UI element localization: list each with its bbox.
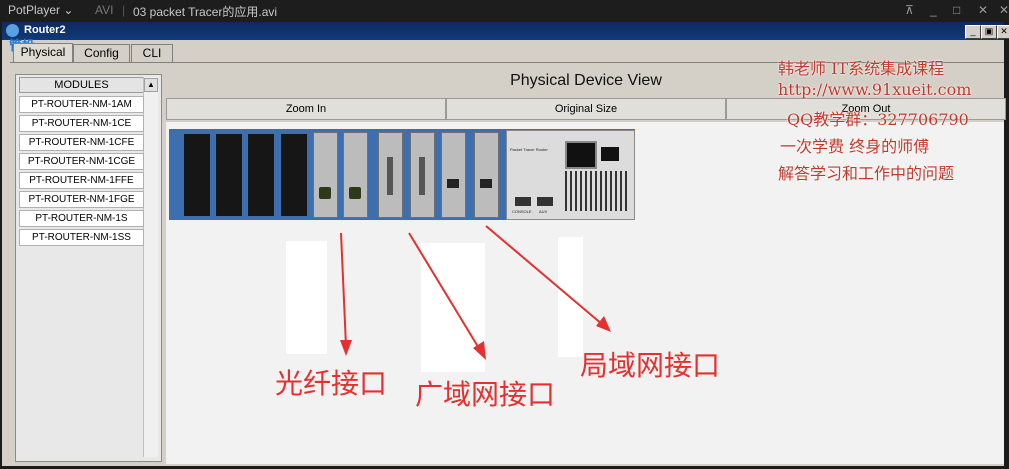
watermark-line: http://www.91xueit.com <box>778 80 972 99</box>
annotation-lan: 局域网接口 <box>580 350 721 381</box>
watermark-line: 韩老师 IT系统集成课程 <box>778 59 945 78</box>
watermark-line: 解答学习和工作中的问题 <box>778 164 955 183</box>
annotation-fiber: 光纤接口 <box>275 368 388 399</box>
watermark-line: 一次学费 终身的师傅 <box>780 137 930 156</box>
annotation-wan: 广域网接口 <box>415 379 556 410</box>
watermark-line: QQ教学群：327706790 <box>787 110 969 129</box>
